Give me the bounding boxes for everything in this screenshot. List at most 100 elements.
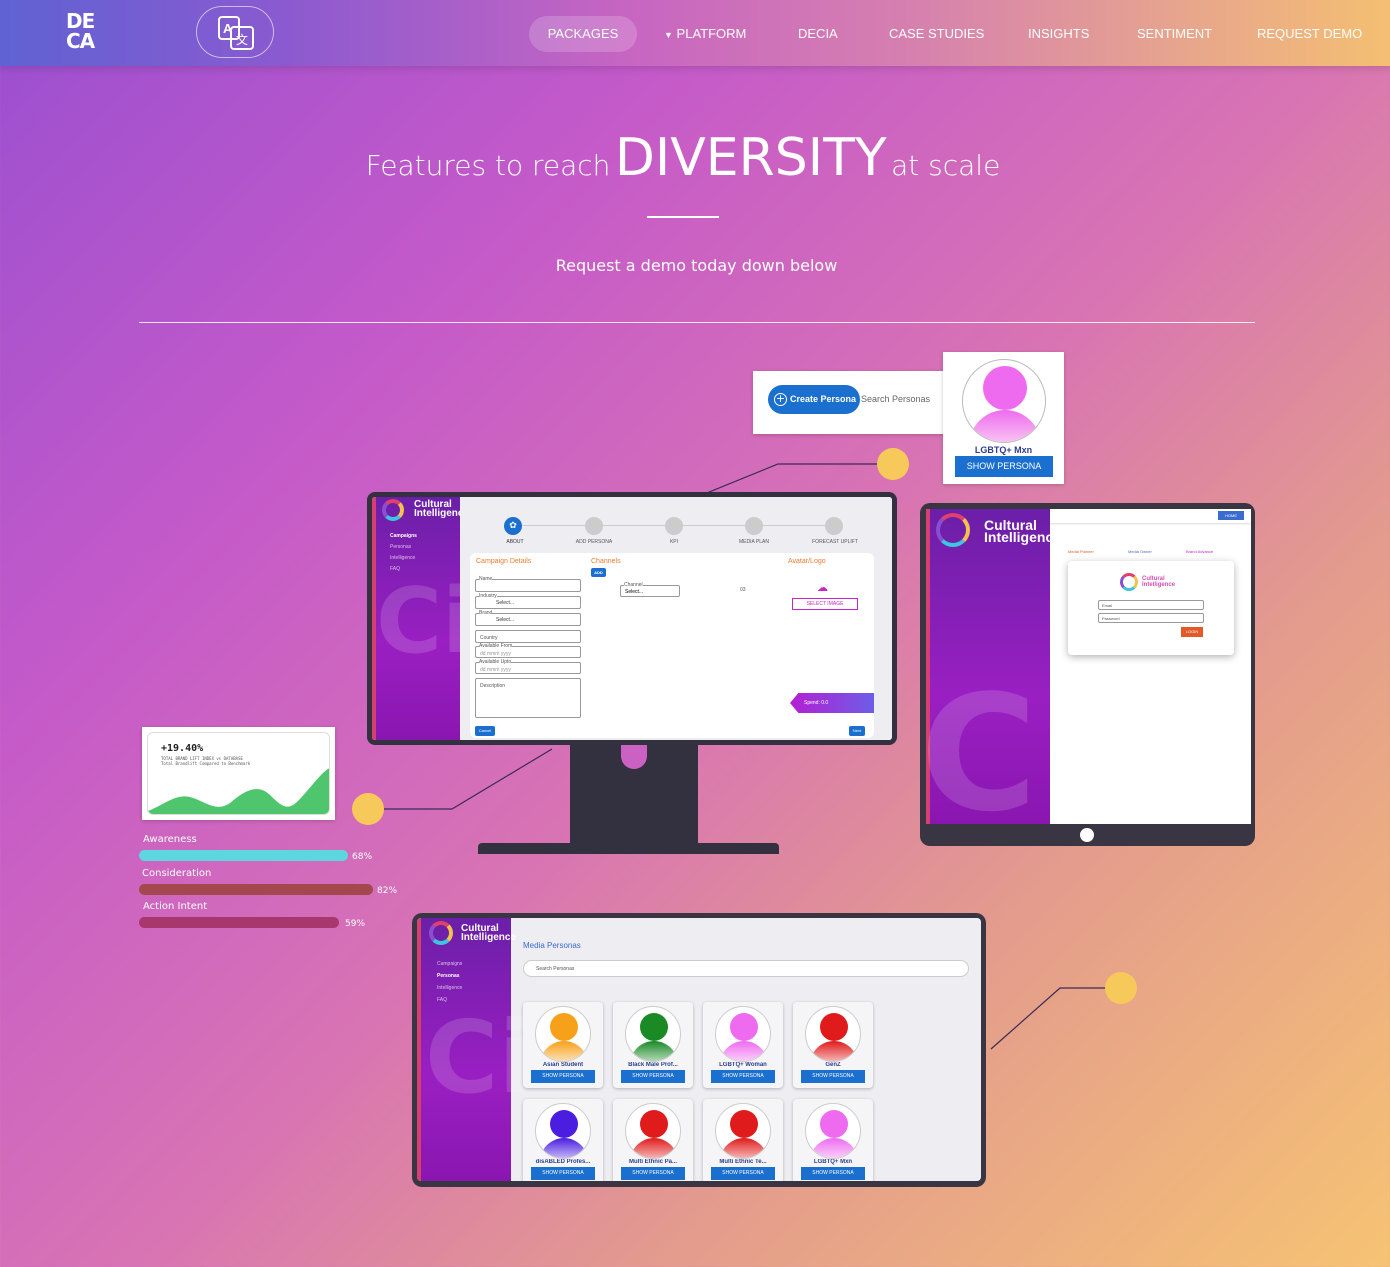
nav-intelligence[interactable]: Intelligence <box>437 982 462 994</box>
step-label: ADD PERSONA <box>575 539 613 545</box>
login-button[interactable]: LOGIN <box>1181 627 1203 637</box>
tab-media-owner[interactable]: Media Owner <box>1128 549 1152 554</box>
desktop-monitor: Cultural Intelligence Campaigns Personas … <box>367 492 897 745</box>
hero-big: DIVERSITY <box>614 128 887 188</box>
persona-name: Multi Ethnic Pa... <box>628 1159 677 1165</box>
translate-icon: A 文 <box>218 16 254 50</box>
persona-search-input[interactable]: Search Personas <box>523 960 969 977</box>
ci-watermark: C <box>926 660 1038 825</box>
description-field[interactable]: Description <box>475 678 581 718</box>
persona-name: disABLED Profes... <box>535 1159 591 1165</box>
persona-card-popup: LGBTQ+ Mxn SHOW PERSONA <box>943 352 1064 484</box>
top-nav: DE CA A 文 PACKAGES ▼ PLATFORM DECIA CASE… <box>0 0 1390 66</box>
step-icon[interactable] <box>825 517 843 535</box>
persona-avatar <box>625 1103 681 1159</box>
persona-card[interactable]: LGBTQ+ Mxn SHOW PERSONA <box>793 1099 873 1181</box>
ci-brand: Cultural Intelligence <box>461 923 517 943</box>
persona-card[interactable]: Multi Ethnic Te... SHOW PERSONA <box>703 1099 783 1181</box>
persona-card[interactable]: LGBTQ+ Woman SHOW PERSONA <box>703 1002 783 1088</box>
tab-media-planner[interactable]: Media Planner <box>1068 549 1094 554</box>
ci-ring-icon <box>1120 573 1138 591</box>
persona-card[interactable]: disABLED Profes... SHOW PERSONA <box>523 1099 603 1181</box>
show-persona-button[interactable]: SHOW PERSONA <box>801 1167 865 1180</box>
ci-sidebar: Cultural Intelligence Campaigns Personas … <box>417 918 533 1181</box>
select-image-button[interactable]: SELECT IMAGE <box>792 598 858 610</box>
deca-logo[interactable]: DE CA <box>66 11 110 55</box>
persona-name: LGBTQ+ Woman <box>719 1062 767 1068</box>
home-button[interactable]: HOME <box>1218 511 1244 520</box>
nav-intelligence[interactable]: Intelligence <box>390 553 417 564</box>
password-field[interactable]: Password <box>1098 613 1204 623</box>
show-persona-button[interactable]: SHOW PERSONA <box>801 1070 865 1083</box>
ci-sidebar: Cultural Intelligence Campaigns Personas … <box>372 497 473 740</box>
nav-campaigns[interactable]: Campaigns <box>390 531 417 542</box>
media-personas-title: Media Personas <box>523 941 581 950</box>
laptop: Cultural Intelligence Campaigns Personas … <box>412 913 986 1187</box>
create-persona-panel: + Create Persona Search Personas <box>753 371 949 434</box>
cancel-button[interactable]: Cancel <box>475 726 495 736</box>
persona-avatar <box>715 1103 771 1159</box>
email-field[interactable]: Email <box>1098 600 1204 610</box>
nav-decia[interactable]: DECIA <box>798 16 838 52</box>
persona-avatar <box>805 1006 861 1062</box>
show-persona-button[interactable]: SHOW PERSONA <box>955 456 1053 477</box>
brand-select[interactable]: Brand Select... <box>475 610 581 626</box>
add-channel-button[interactable]: ADD <box>591 568 606 577</box>
step-label: KPI <box>669 539 679 545</box>
chevron-down-icon: ▼ <box>664 30 673 40</box>
create-persona-button[interactable]: + Create Persona <box>768 385 860 414</box>
step-icon[interactable] <box>585 517 603 535</box>
logo-bottom: CA <box>66 29 95 53</box>
show-persona-button[interactable]: SHOW PERSONA <box>711 1167 775 1180</box>
nav-personas[interactable]: Personas <box>437 970 462 982</box>
step-label: FORECAST UPLIFT <box>812 539 858 545</box>
settings-icon[interactable]: ✿ <box>504 517 522 535</box>
search-personas-input[interactable]: Search Personas <box>861 391 945 407</box>
nav-personas[interactable]: Personas <box>390 542 417 553</box>
persona-card[interactable]: Black Male Prof... SHOW PERSONA <box>613 1002 693 1088</box>
language-button[interactable]: A 文 <box>196 6 274 58</box>
brand-lift-inner: +19.40% TOTAL BRAND LIFT INDEX vs DATABA… <box>147 732 330 815</box>
persona-card[interactable]: Multi Ethnic Pa... SHOW PERSONA <box>613 1099 693 1181</box>
available-upto-field[interactable]: Available Upto dd mmm yyyy <box>475 659 581 674</box>
tab-brand-advance[interactable]: Brand Advance <box>1186 549 1213 554</box>
nav-packages[interactable]: PACKAGES <box>529 16 637 52</box>
persona-name: LGBTQ+ Mxn <box>974 445 1033 455</box>
hero-post: at scale <box>891 149 1001 182</box>
hero-subtitle: Request a demo today down below <box>555 256 838 275</box>
spend-tag: Spend: 0.0 <box>790 693 874 713</box>
name-field[interactable]: Name <box>475 576 581 592</box>
nav-platform[interactable]: ▼ PLATFORM <box>664 16 746 52</box>
awareness-bar <box>139 850 348 861</box>
awareness-pct: 68% <box>352 852 373 862</box>
stand-hole <box>621 744 647 769</box>
show-persona-button[interactable]: SHOW PERSONA <box>621 1070 685 1083</box>
next-button[interactable]: Next <box>849 726 865 736</box>
logo-top: DE <box>66 9 95 33</box>
callout-dot <box>1105 972 1137 1004</box>
channel-select[interactable]: Channel Select... <box>620 582 680 597</box>
show-persona-button[interactable]: SHOW PERSONA <box>531 1070 595 1083</box>
show-persona-button[interactable]: SHOW PERSONA <box>711 1070 775 1083</box>
persona-card[interactable]: GenZ SHOW PERSONA <box>793 1002 873 1088</box>
step-icon[interactable] <box>745 517 763 535</box>
show-persona-button[interactable]: SHOW PERSONA <box>621 1167 685 1180</box>
available-from-field[interactable]: Available From dd mmm yyyy <box>475 643 581 658</box>
monitor-screen: Cultural Intelligence Campaigns Personas … <box>372 497 892 740</box>
industry-select[interactable]: Industry Select... <box>475 593 581 609</box>
nav-case-studies[interactable]: CASE STUDIES <box>889 16 984 52</box>
persona-card[interactable]: Asian Student SHOW PERSONA <box>523 1002 603 1088</box>
nav-insights[interactable]: INSIGHTS <box>1028 16 1089 52</box>
tablet-tabs: Media Planner Media Owner Brand Advance <box>1058 545 1248 559</box>
show-persona-button[interactable]: SHOW PERSONA <box>531 1167 595 1180</box>
nav-request-demo[interactable]: REQUEST DEMO <box>1257 16 1362 52</box>
consideration-pct: 82% <box>377 886 398 896</box>
nav-sentiment[interactable]: SENTIMENT <box>1137 16 1212 52</box>
action-intent-bar <box>139 917 339 928</box>
nav-campaigns[interactable]: Campaigns <box>437 958 462 970</box>
tablet-home-button[interactable] <box>1080 828 1094 842</box>
country-select[interactable]: Country <box>475 630 581 643</box>
wizard-area: ✿ ABOUT ADD PERSONA KPI MEDIA PLAN FOREC… <box>460 497 892 740</box>
persona-name: LGBTQ+ Mxn <box>813 1159 853 1165</box>
step-icon[interactable] <box>665 517 683 535</box>
